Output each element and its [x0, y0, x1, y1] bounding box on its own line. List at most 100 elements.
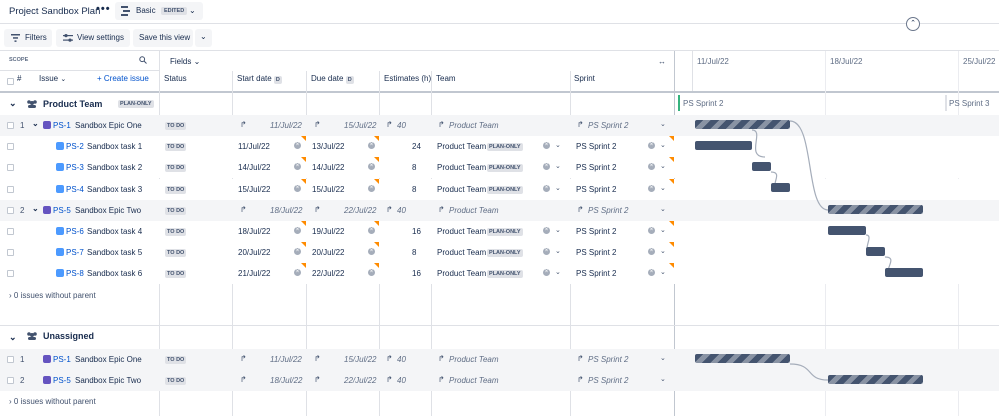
estimate[interactable]: 8: [412, 185, 416, 194]
row-checkbox[interactable]: [7, 270, 14, 278]
start-date[interactable]: 14/Jul/22: [238, 163, 270, 172]
estimate[interactable]: 8: [412, 163, 416, 172]
start-date[interactable]: 18/Jul/22: [270, 376, 302, 385]
issue-summary[interactable]: Sandbox task 1: [87, 142, 142, 151]
chevron-down-icon[interactable]: ⌄: [555, 141, 561, 149]
estimate[interactable]: 40: [397, 121, 406, 130]
row-checkbox[interactable]: [7, 377, 14, 385]
due-date[interactable]: 13/Jul/22: [312, 142, 344, 151]
expand-columns-icon[interactable]: ↔: [658, 57, 666, 66]
clear-icon[interactable]: ×: [543, 184, 550, 192]
issue-summary[interactable]: Sandbox Epic One: [75, 121, 142, 130]
clear-icon[interactable]: ×: [368, 227, 375, 234]
issue-key[interactable]: PS-2: [66, 142, 84, 151]
team-value[interactable]: Product Team: [449, 206, 499, 215]
task-bar[interactable]: [828, 226, 866, 235]
clear-icon[interactable]: ×: [648, 184, 655, 192]
team-value[interactable]: Product Team: [449, 355, 499, 364]
team-value[interactable]: Product Team: [437, 227, 486, 236]
sprint-value[interactable]: PS Sprint 2: [576, 163, 616, 172]
task-bar[interactable]: [752, 162, 771, 171]
clear-icon[interactable]: ×: [648, 248, 655, 256]
chevron-down-icon[interactable]: ⌄: [660, 268, 666, 276]
clear-icon[interactable]: ×: [543, 163, 550, 171]
sprint-value[interactable]: PS Sprint 2: [588, 121, 628, 130]
issues-without-parent[interactable]: › 0 issues without parent: [9, 397, 96, 406]
due-date[interactable]: 22/Jul/22: [344, 376, 376, 385]
due-date[interactable]: 22/Jul/22: [344, 206, 376, 215]
due-date[interactable]: 14/Jul/22: [312, 163, 344, 172]
sprint-value[interactable]: PS Sprint 2: [588, 376, 628, 385]
team-value[interactable]: Product Team: [437, 269, 486, 278]
clear-icon[interactable]: ×: [368, 163, 375, 171]
status-lozenge[interactable]: TO DO: [165, 270, 187, 279]
status-lozenge[interactable]: TO DO: [165, 185, 187, 194]
chevron-down-icon[interactable]: ⌄: [555, 268, 561, 276]
issue-key[interactable]: PS-6: [66, 227, 84, 236]
clear-icon[interactable]: ×: [294, 248, 301, 256]
team-value[interactable]: Product Team: [437, 248, 486, 257]
issue-key[interactable]: PS-3: [66, 163, 84, 172]
issue-key[interactable]: PS-5: [53, 376, 71, 385]
epic-bar[interactable]: [695, 354, 790, 363]
group-header[interactable]: ⌄ Unassigned: [0, 327, 674, 349]
due-date[interactable]: 20/Jul/22: [312, 248, 344, 257]
estimate[interactable]: 16: [412, 227, 421, 236]
sprint-value[interactable]: PS Sprint 2: [576, 142, 616, 151]
chevron-down-icon[interactable]: ⌄: [660, 205, 666, 213]
chevron-down-icon[interactable]: ⌄: [555, 162, 561, 170]
filters-button[interactable]: Filters: [4, 29, 52, 47]
team-value[interactable]: Product Team: [437, 142, 486, 151]
task-bar[interactable]: [695, 141, 752, 150]
clear-icon[interactable]: ×: [368, 248, 375, 256]
estimate[interactable]: 16: [412, 269, 421, 278]
clear-icon[interactable]: ×: [294, 227, 301, 234]
epic-bar[interactable]: [828, 375, 923, 384]
clear-icon[interactable]: ×: [368, 142, 375, 150]
issue-summary[interactable]: Sandbox Epic Two: [75, 206, 141, 215]
clear-icon[interactable]: ×: [543, 142, 550, 150]
issue-key[interactable]: PS-5: [53, 206, 71, 215]
start-date[interactable]: 18/Jul/22: [238, 227, 270, 236]
status-lozenge[interactable]: TO DO: [165, 206, 187, 215]
row-checkbox[interactable]: [7, 206, 14, 214]
task-bar[interactable]: [885, 268, 923, 277]
group-header[interactable]: ⌄ Product Team PLAN-ONLY: [0, 93, 674, 115]
chevron-down-icon[interactable]: ⌄: [9, 98, 17, 109]
team-value[interactable]: Product Team: [437, 185, 486, 194]
issue-summary[interactable]: Sandbox task 4: [87, 227, 142, 236]
clear-icon[interactable]: ×: [294, 184, 301, 192]
due-date[interactable]: 15/Jul/22: [344, 121, 376, 130]
chevron-down-icon[interactable]: ⌄: [555, 247, 561, 255]
status-lozenge[interactable]: TO DO: [165, 249, 187, 258]
more-icon[interactable]: •••: [96, 3, 111, 15]
create-issue-link[interactable]: + Create issue: [97, 74, 149, 83]
chevron-down-icon[interactable]: ⌄: [660, 226, 666, 234]
issue-key[interactable]: PS-8: [66, 269, 84, 278]
clear-icon[interactable]: ×: [543, 227, 550, 234]
chevron-down-icon[interactable]: ⌄: [555, 184, 561, 192]
start-date[interactable]: 11/Jul/22: [270, 355, 302, 364]
status-lozenge[interactable]: TO DO: [165, 377, 187, 386]
save-view-button[interactable]: Save this view: [133, 29, 193, 47]
select-all-checkbox[interactable]: [7, 78, 14, 85]
row-checkbox[interactable]: [7, 164, 14, 172]
team-value[interactable]: Product Team: [449, 376, 499, 385]
chevron-down-icon[interactable]: ⌄: [660, 247, 666, 255]
sprint-value[interactable]: PS Sprint 2: [576, 227, 616, 236]
status-lozenge[interactable]: TO DO: [165, 228, 187, 236]
issue-summary[interactable]: Sandbox Epic One: [75, 355, 142, 364]
chevron-down-icon[interactable]: ⌄: [660, 354, 666, 362]
clear-icon[interactable]: ×: [294, 142, 301, 150]
due-date[interactable]: 15/Jul/22: [344, 355, 376, 364]
start-date[interactable]: 18/Jul/22: [270, 206, 302, 215]
chevron-down-icon[interactable]: ⌄: [555, 226, 561, 234]
status-lozenge[interactable]: TO DO: [165, 143, 187, 152]
due-date[interactable]: 15/Jul/22: [312, 185, 344, 194]
issue-key[interactable]: PS-4: [66, 185, 84, 194]
issue-summary[interactable]: Sandbox task 3: [87, 185, 142, 194]
chevron-down-icon[interactable]: ⌄: [660, 375, 666, 383]
epic-bar[interactable]: [695, 120, 790, 129]
sprint-value[interactable]: PS Sprint 2: [576, 185, 616, 194]
status-lozenge[interactable]: TO DO: [165, 122, 187, 130]
